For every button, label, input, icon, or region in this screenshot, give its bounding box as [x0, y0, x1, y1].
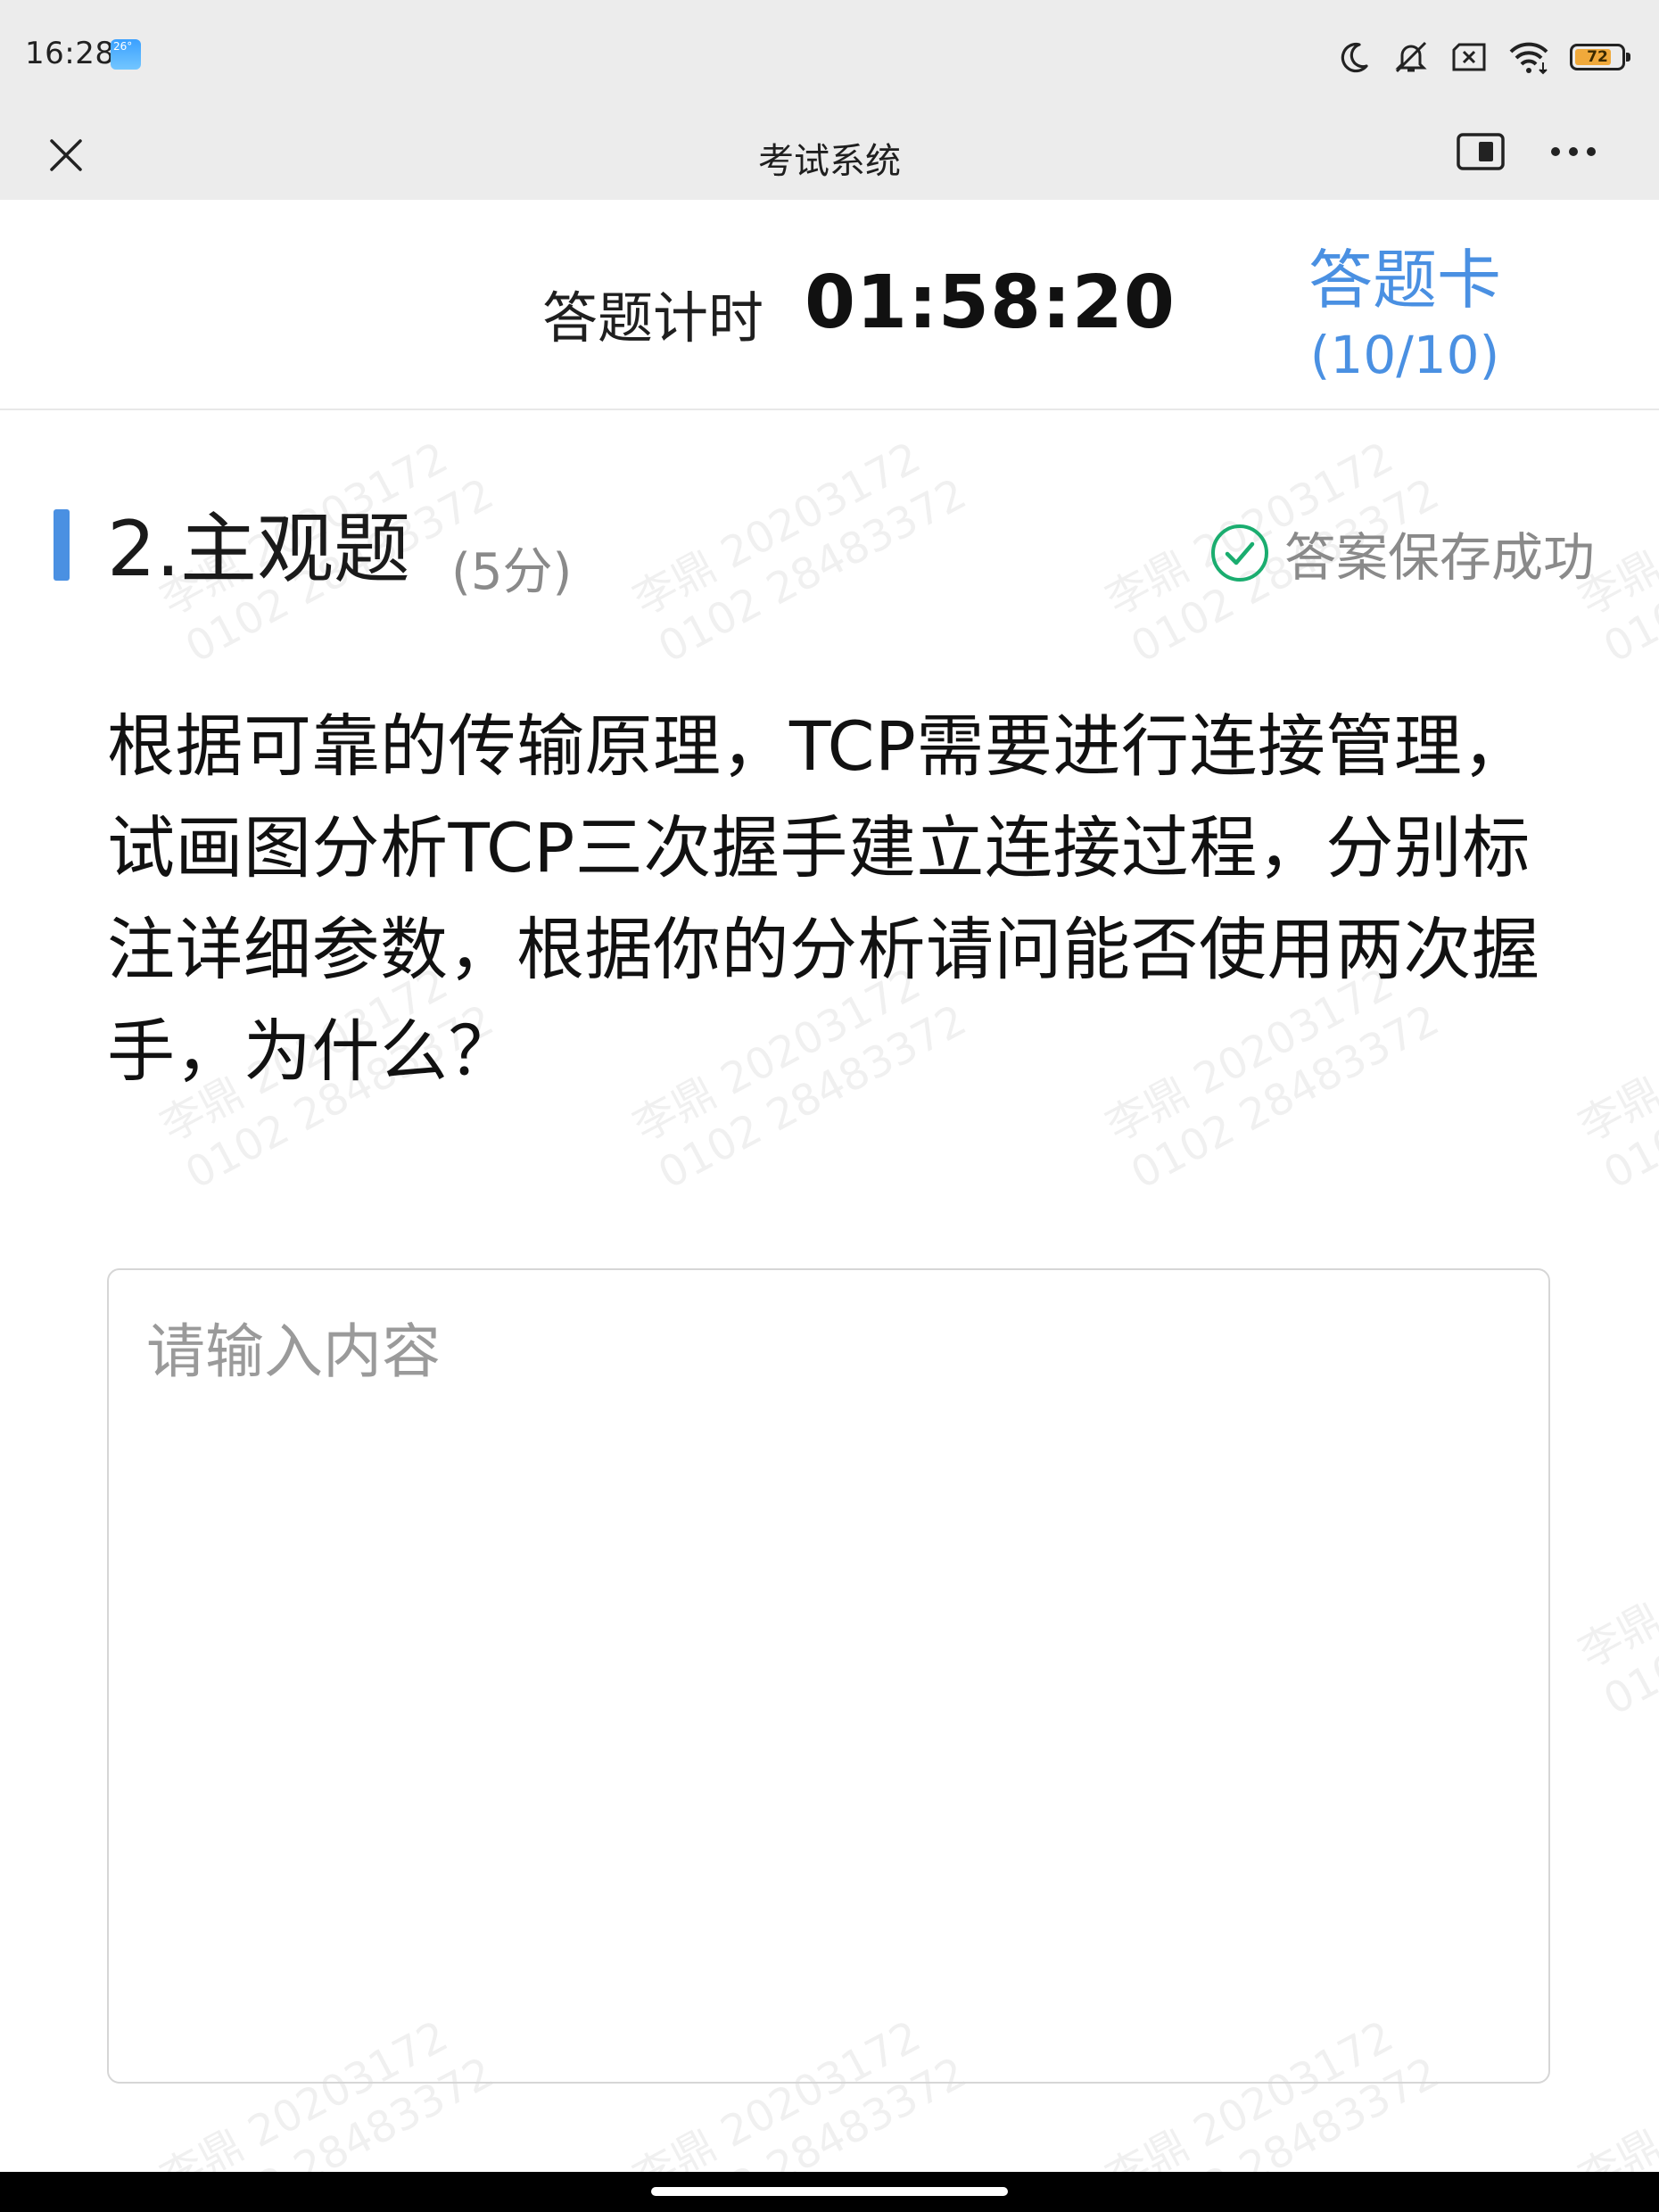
question-accent-bar [54, 509, 70, 581]
weather-icon: 26° [111, 39, 141, 70]
save-status: 答案保存成功 [1209, 516, 1595, 590]
battery-level: 72 [1587, 48, 1608, 66]
moon-icon [1336, 39, 1372, 75]
timer-value: 01:58:20 [805, 260, 1176, 345]
save-status-text: 答案保存成功 [1284, 527, 1596, 588]
battery-icon: 72 [1570, 44, 1630, 70]
silent-mode-icon [1391, 39, 1431, 75]
gesture-nav-bar [0, 2172, 1659, 2212]
wifi-icon [1507, 39, 1550, 75]
question-text: 根据可靠的传输原理，TCP需要进行连接管理，试画图分析TCP三次握手建立连接过程… [107, 706, 1540, 1091]
answer-card-count: (10/10) [1309, 325, 1500, 385]
watermark: 李鼎 202031720102 28483372 [1570, 1485, 1659, 1726]
answer-input[interactable] [107, 1268, 1550, 2084]
status-icons: 72 [1336, 36, 1632, 78]
watermark: 李鼎 202031720102 28483372 [1570, 2011, 1659, 2172]
exam-screen: 16:28 26° 72 考试系统 答题计时 01:58:20 答题卡 (10/… [0, 0, 1659, 2212]
floating-window-icon [1457, 133, 1505, 170]
home-gesture-handle[interactable] [651, 2187, 1008, 2196]
question-score: (5分) [451, 543, 573, 601]
sim-disabled-icon [1450, 41, 1488, 73]
more-button[interactable] [1547, 125, 1600, 178]
app-title: 考试系统 [758, 141, 901, 182]
answer-card-button[interactable]: 答题卡 (10/10) [1293, 237, 1516, 387]
timer-bar: 答题计时 01:58:20 答题卡 (10/10) [0, 200, 1659, 410]
floating-window-button[interactable] [1454, 125, 1507, 178]
watermark: 李鼎 202031720102 28483372 [624, 432, 975, 673]
question-title: 2.主观题 [107, 505, 411, 594]
watermark: 李鼎 202031720102 28483372 [1570, 959, 1659, 1200]
answer-card-label: 答题卡 [1308, 243, 1501, 318]
timer-label: 答题计时 [542, 285, 764, 351]
status-time: 16:28 [25, 36, 115, 71]
app-bar: 考试系统 [0, 112, 1659, 200]
check-circle-icon [1211, 524, 1268, 582]
status-bar: 16:28 26° 72 [0, 0, 1659, 112]
more-icon [1551, 147, 1596, 156]
